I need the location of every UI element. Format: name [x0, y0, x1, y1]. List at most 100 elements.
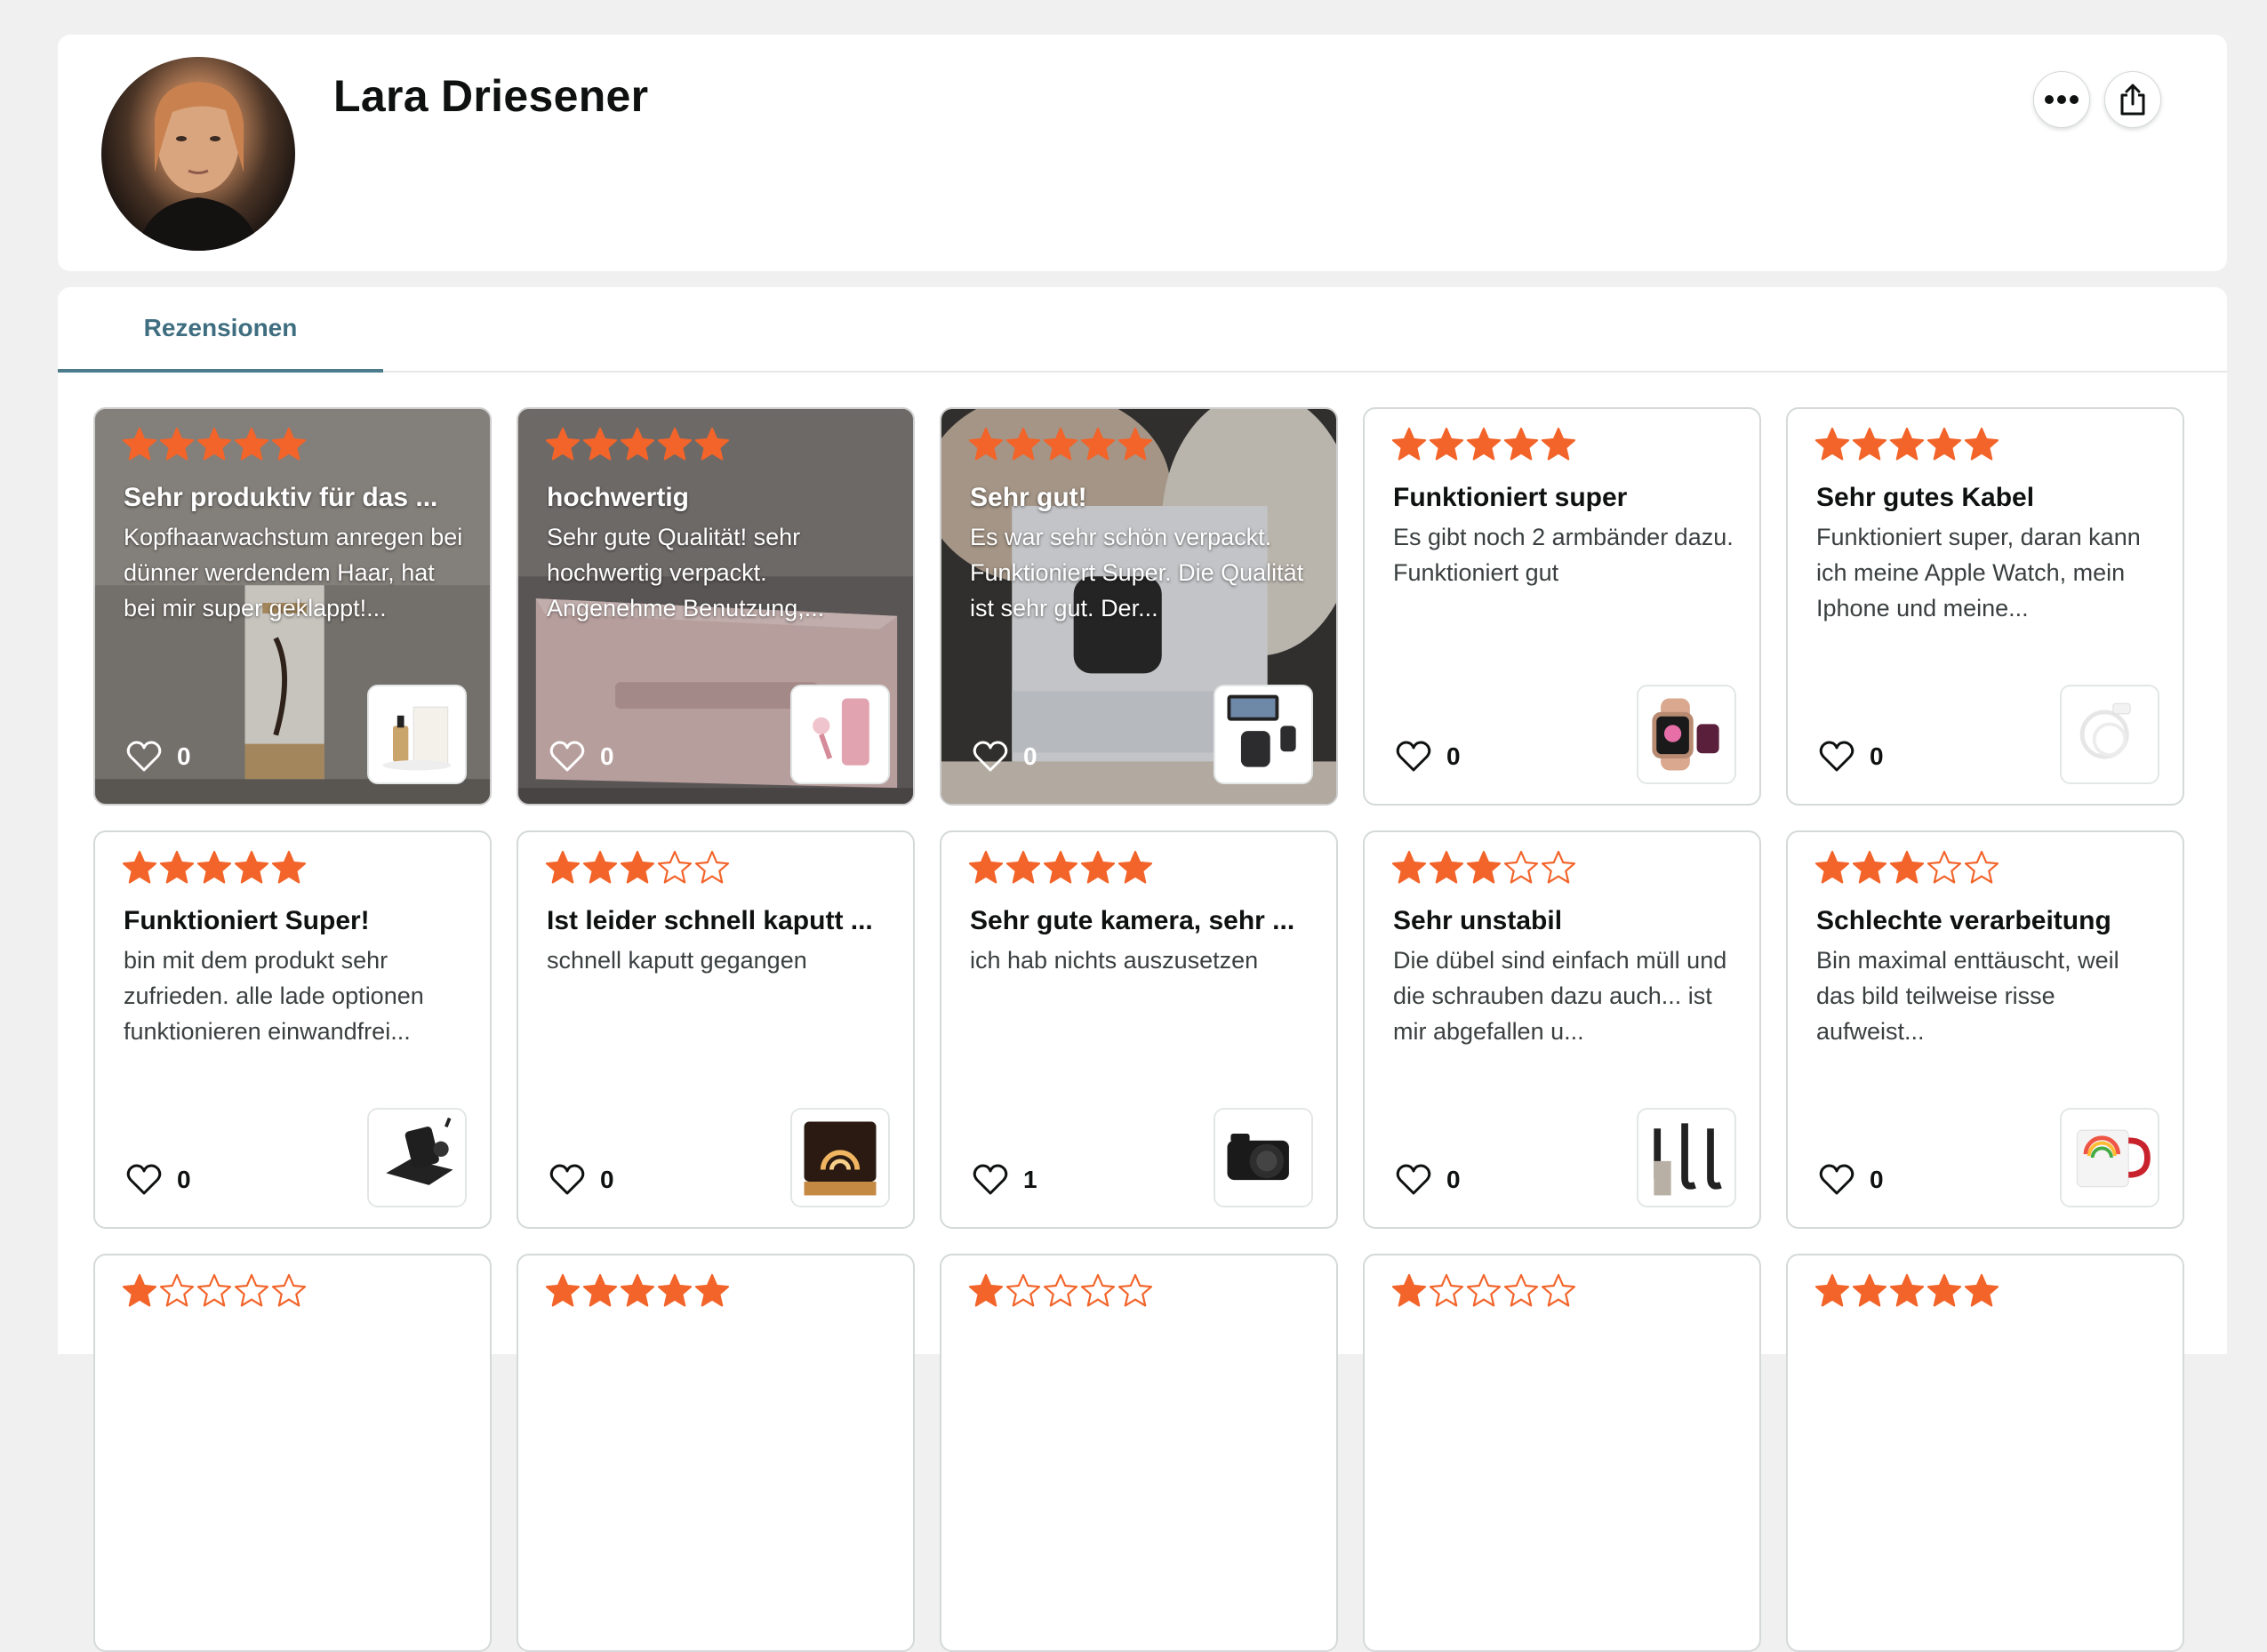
- star-filled-icon: [1889, 850, 1925, 884]
- like-button[interactable]: 0: [1818, 1161, 1884, 1199]
- star-filled-icon: [968, 1273, 1004, 1307]
- star-filled-icon: [1541, 427, 1576, 461]
- product-thumbnail[interactable]: [2060, 685, 2159, 784]
- product-thumbnail[interactable]: [1637, 685, 1736, 784]
- product-thumbnail[interactable]: [790, 685, 890, 784]
- star-filled-icon: [122, 850, 157, 884]
- heart-icon: [973, 1164, 1008, 1195]
- star-filled-icon: [1429, 850, 1464, 884]
- star-filled-icon: [620, 1273, 655, 1307]
- star-filled-icon: [1043, 427, 1078, 461]
- product-thumbnail[interactable]: [1214, 685, 1313, 784]
- ellipsis-icon: [2045, 95, 2079, 104]
- star-empty-icon: [1503, 1273, 1539, 1307]
- review-title: Schlechte verarbeitung: [1816, 906, 2111, 935]
- product-thumbnail[interactable]: [367, 685, 467, 784]
- star-filled-icon: [1852, 427, 1887, 461]
- star-filled-icon: [196, 427, 232, 461]
- heart-icon: [1396, 1164, 1431, 1195]
- like-count: 0: [600, 742, 614, 770]
- star-rating: [122, 1273, 307, 1309]
- star-rating: [968, 1273, 1153, 1309]
- star-empty-icon: [657, 850, 693, 884]
- heart-icon: [126, 741, 162, 772]
- star-empty-icon: [1503, 850, 1539, 884]
- like-button[interactable]: 1: [972, 1161, 1037, 1199]
- star-filled-icon: [196, 850, 232, 884]
- share-button[interactable]: [2104, 71, 2161, 128]
- review-card[interactable]: Sehr produktiv für das ... Kopfhaarwachst…: [93, 407, 492, 806]
- review-card[interactable]: Sehr gutes Kabel Funktioniert super, dara…: [1786, 407, 2184, 806]
- review-title: Sehr gut!: [970, 483, 1087, 512]
- review-card[interactable]: [93, 1254, 492, 1652]
- product-thumbnail[interactable]: [790, 1108, 890, 1207]
- review-title: Sehr unstabil: [1393, 906, 1563, 935]
- review-body: Die dübel sind einfach müll und die schr…: [1393, 947, 1727, 1045]
- review-card[interactable]: Sehr unstabil Die dübel sind einfach müll…: [1363, 830, 1761, 1229]
- star-rating: [1391, 1273, 1576, 1309]
- star-filled-icon: [1080, 427, 1116, 461]
- star-filled-icon: [1080, 850, 1116, 884]
- star-filled-icon: [1814, 427, 1850, 461]
- review-card[interactable]: hochwertig Sehr gute Qualität! sehr hochw…: [517, 407, 915, 806]
- like-button[interactable]: 0: [549, 738, 614, 775]
- reviews-section: Rezensionen Sehr produktiv für das ... Ko…: [58, 287, 2227, 1652]
- heart-icon: [1819, 1164, 1854, 1195]
- product-thumbnail[interactable]: [2060, 1108, 2159, 1207]
- star-rating: [1391, 850, 1576, 886]
- review-card[interactable]: [517, 1254, 915, 1652]
- star-empty-icon: [234, 1273, 269, 1307]
- review-body: bin mit dem produkt sehr zufrieden. alle…: [124, 947, 424, 1045]
- star-filled-icon: [582, 850, 618, 884]
- star-filled-icon: [1391, 427, 1427, 461]
- like-button[interactable]: 0: [1818, 738, 1884, 775]
- star-empty-icon: [1429, 1273, 1464, 1307]
- star-filled-icon: [1927, 427, 1962, 461]
- review-card[interactable]: Schlechte verarbeitung Bin maximal enttäu…: [1786, 830, 2184, 1229]
- review-card[interactable]: Ist leider schnell kaputt ... schnell kap…: [517, 830, 915, 1229]
- product-thumbnail[interactable]: [1214, 1108, 1313, 1207]
- like-button[interactable]: 0: [125, 1161, 191, 1199]
- like-count: 0: [1870, 742, 1884, 770]
- more-options-button[interactable]: [2033, 71, 2090, 128]
- star-filled-icon: [234, 427, 269, 461]
- avatar-photo: [137, 82, 260, 251]
- star-rating: [122, 850, 307, 886]
- star-filled-icon: [1429, 427, 1464, 461]
- review-card[interactable]: Funktioniert Super! bin mit dem produkt s…: [93, 830, 492, 1229]
- like-button[interactable]: 0: [972, 738, 1037, 775]
- star-filled-icon: [1852, 1273, 1887, 1307]
- review-card[interactable]: Sehr gute kamera, sehr ... ich hab nichts…: [940, 830, 1338, 1229]
- star-empty-icon: [694, 850, 730, 884]
- like-button[interactable]: 0: [1395, 1161, 1461, 1199]
- star-empty-icon: [1541, 1273, 1576, 1307]
- product-thumbnail[interactable]: [367, 1108, 467, 1207]
- star-filled-icon: [968, 427, 1004, 461]
- like-button[interactable]: 0: [125, 738, 191, 775]
- star-rating: [1814, 427, 1999, 462]
- review-body: Sehr gute Qualität! sehr hochwertig verp…: [547, 524, 825, 622]
- star-rating: [1814, 850, 1999, 886]
- review-body: Funktioniert super, daran kann ich meine…: [1816, 524, 2141, 622]
- product-thumbnail[interactable]: [1637, 1108, 1736, 1207]
- review-card[interactable]: [940, 1254, 1338, 1652]
- star-filled-icon: [1005, 850, 1041, 884]
- tab-reviews[interactable]: Rezensionen: [58, 287, 383, 373]
- star-filled-icon: [1964, 1273, 1999, 1307]
- review-card[interactable]: Funktioniert super Es gibt noch 2 armbänd…: [1363, 407, 1761, 806]
- star-filled-icon: [1852, 850, 1887, 884]
- review-card[interactable]: [1363, 1254, 1761, 1652]
- star-filled-icon: [271, 427, 307, 461]
- heart-icon: [973, 741, 1008, 772]
- like-button[interactable]: 0: [549, 1161, 614, 1199]
- star-empty-icon: [1964, 850, 1999, 884]
- like-button[interactable]: 0: [1395, 738, 1461, 775]
- star-filled-icon: [1889, 1273, 1925, 1307]
- star-empty-icon: [1043, 1273, 1078, 1307]
- review-card[interactable]: Sehr gut! Es war sehr schön verpackt. Fun…: [940, 407, 1338, 806]
- review-body: Es gibt noch 2 armbänder dazu. Funktioni…: [1393, 524, 1734, 586]
- star-filled-icon: [694, 427, 730, 461]
- review-card[interactable]: [1786, 1254, 2184, 1652]
- star-filled-icon: [620, 427, 655, 461]
- heart-icon: [126, 1164, 162, 1195]
